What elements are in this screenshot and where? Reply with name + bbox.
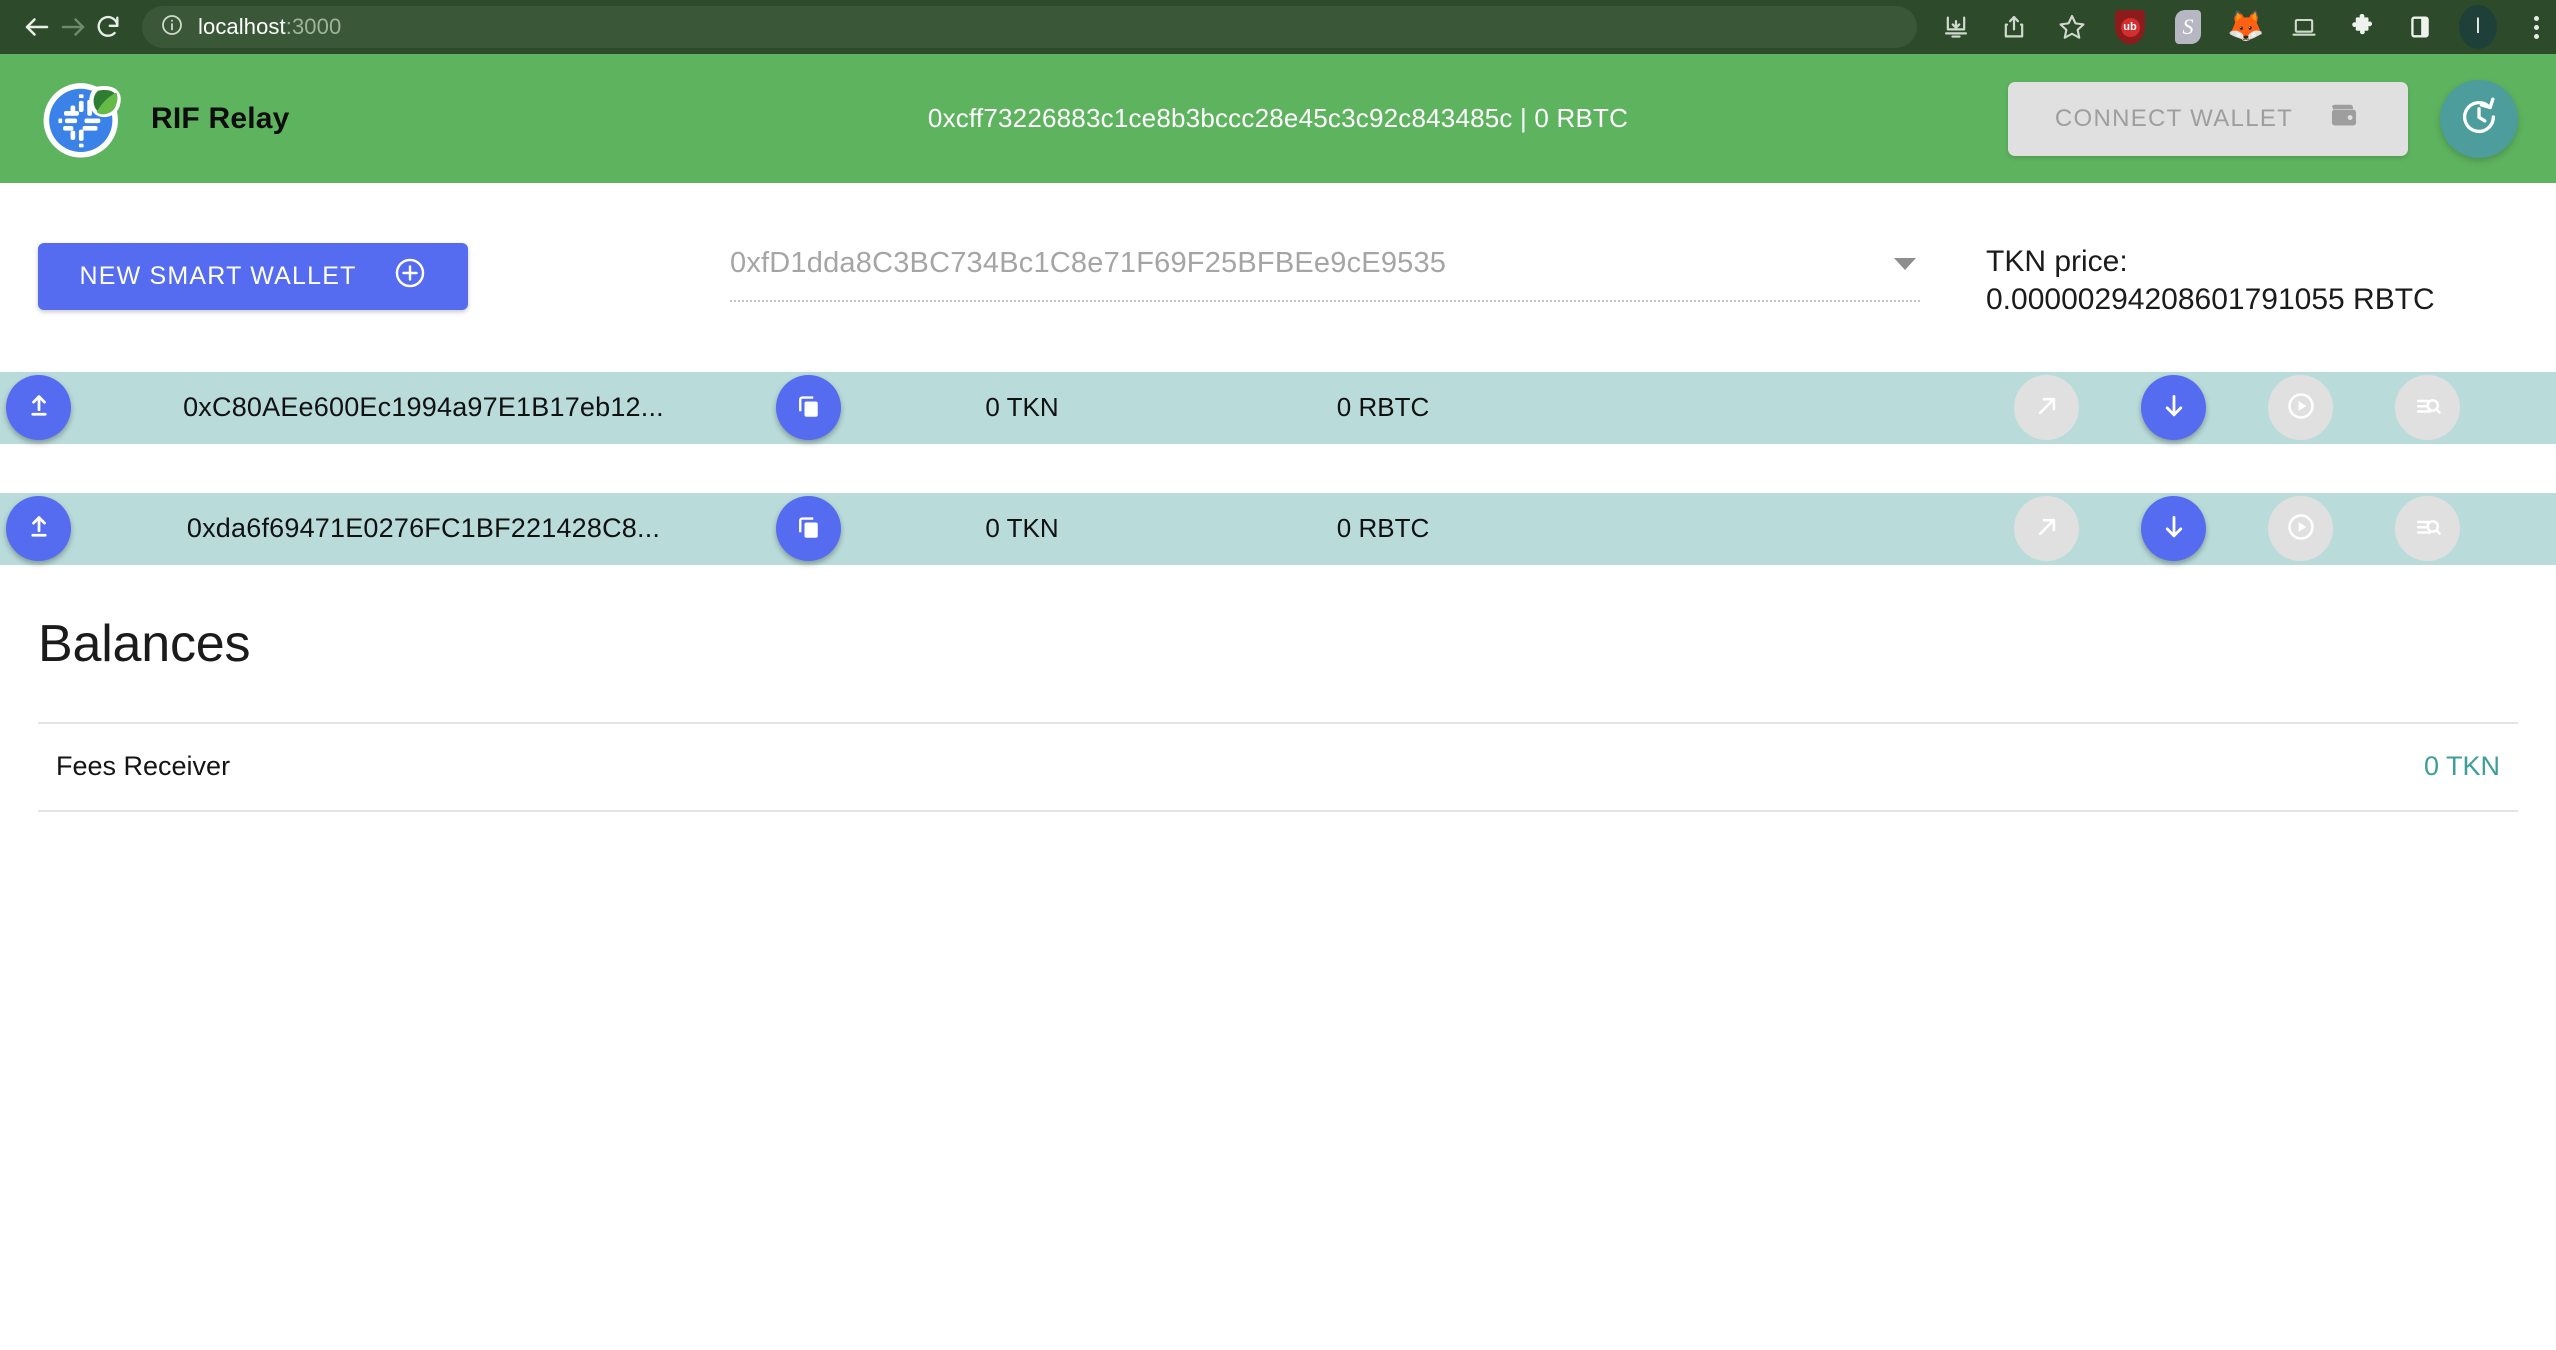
profile-avatar[interactable]: l: [2449, 0, 2507, 54]
execute-button: [2268, 375, 2333, 440]
list-item: Fees Receiver 0 TKN: [38, 724, 2518, 812]
header-actions: CONNECT WALLET: [2008, 80, 2518, 158]
browser-action-icons: ub S 🦊 l: [1927, 0, 2556, 54]
site-info-icon[interactable]: [160, 13, 184, 42]
details-button: [2395, 496, 2460, 561]
receive-button[interactable]: [2141, 496, 2206, 561]
table-row: 0xda6f69471E0276FC1BF221428C8... 0 TKN 0…: [0, 493, 2556, 565]
smart-wallet-list: 0xC80AEe600Ec1994a97E1B17eb12... 0 TKN 0…: [0, 372, 2556, 565]
deploy-upload-button[interactable]: [6, 496, 71, 561]
balance-label: Fees Receiver: [56, 751, 230, 782]
new-smart-wallet-button[interactable]: NEW SMART WALLET: [38, 243, 468, 310]
app-header: RIF Relay 0xcff73226883c1ce8b3bccc28e45c…: [0, 54, 2556, 183]
token-price-value: 0.00000294208601791055 RBTC: [1986, 281, 2435, 319]
page-title: Balances: [38, 614, 2518, 674]
connect-wallet-button[interactable]: CONNECT WALLET: [2008, 82, 2408, 156]
update-history-button[interactable]: [2440, 80, 2518, 158]
profile-avatar-initial: l: [2459, 5, 2497, 49]
ublock-origin-extension-icon[interactable]: ub: [2101, 0, 2159, 54]
metamask-extension-icon[interactable]: 🦊: [2217, 0, 2275, 54]
wallet-rbtc-balance: 0 RBTC: [1203, 392, 1563, 423]
copy-address-button[interactable]: [776, 496, 841, 561]
copy-address-button[interactable]: [776, 375, 841, 440]
transfer-button: [2014, 375, 2079, 440]
extensions-puzzle-icon[interactable]: [2333, 0, 2391, 54]
reload-icon[interactable]: [94, 0, 122, 55]
back-arrow-icon[interactable]: [22, 0, 52, 55]
connect-wallet-label: CONNECT WALLET: [2055, 105, 2293, 133]
balances-section: Balances Fees Receiver 0 TKN: [0, 614, 2556, 812]
wallet-address: 0xC80AEe600Ec1994a97E1B17eb12...: [71, 392, 776, 423]
receive-arrow-icon: [2158, 511, 2190, 546]
execute-play-icon: [2285, 511, 2317, 546]
address-bar-text: localhost:3000: [198, 14, 341, 40]
sketch-extension-icon[interactable]: S: [2159, 0, 2217, 54]
wallet-toolbar: NEW SMART WALLET 0xfD1dda8C3BC734Bc1C8e7…: [0, 183, 2556, 320]
wallet-rbtc-balance: 0 RBTC: [1203, 513, 1563, 544]
transfer-arrow-icon: [2032, 391, 2062, 424]
execute-play-icon: [2285, 390, 2317, 425]
transfer-arrow-icon: [2032, 512, 2062, 545]
token-price-label: TKN price:: [1986, 243, 2435, 281]
brand: RIF Relay: [38, 72, 290, 165]
wallet-token-balance: 0 TKN: [841, 392, 1203, 423]
downloads-icon[interactable]: [1927, 0, 1985, 54]
rif-relay-logo: [38, 72, 131, 165]
plus-circle-icon: [393, 256, 427, 297]
token-select-value: 0xfD1dda8C3BC734Bc1C8e71F69F25BFBEe9cE95…: [730, 247, 1446, 280]
forward-arrow-icon: [58, 0, 88, 55]
receive-arrow-icon: [2158, 390, 2190, 425]
wallet-icon: [2327, 98, 2361, 139]
copy-icon: [794, 391, 824, 424]
side-panel-icon[interactable]: [2391, 0, 2449, 54]
chevron-down-icon[interactable]: [1894, 258, 1916, 270]
wallet-address: 0xda6f69471E0276FC1BF221428C8...: [71, 513, 776, 544]
details-button: [2395, 375, 2460, 440]
browser-toolbar: localhost:3000 ub S 🦊: [0, 0, 2556, 54]
row-action-buttons: [2014, 496, 2556, 561]
token-select[interactable]: 0xfD1dda8C3BC734Bc1C8e71F69F25BFBEe9cE95…: [730, 247, 1920, 302]
details-search-icon: [2413, 512, 2443, 545]
new-smart-wallet-label: NEW SMART WALLET: [79, 262, 356, 291]
token-price-block: TKN price: 0.00000294208601791055 RBTC: [1986, 243, 2435, 320]
execute-button: [2268, 496, 2333, 561]
screencast-icon[interactable]: [2275, 0, 2333, 54]
details-search-icon: [2413, 391, 2443, 424]
bookmark-star-icon[interactable]: [2043, 0, 2101, 54]
chrome-menu-icon[interactable]: [2507, 0, 2556, 54]
deploy-upload-button[interactable]: [6, 375, 71, 440]
address-bar[interactable]: localhost:3000: [142, 6, 1917, 48]
table-row: 0xC80AEe600Ec1994a97E1B17eb12... 0 TKN 0…: [0, 372, 2556, 444]
balance-value: 0 TKN: [2424, 751, 2500, 782]
receive-button[interactable]: [2141, 375, 2206, 440]
balances-table: Fees Receiver 0 TKN: [38, 722, 2518, 812]
transfer-button: [2014, 496, 2079, 561]
copy-icon: [794, 512, 824, 545]
update-history-icon: [2458, 96, 2500, 141]
deploy-upload-icon: [24, 512, 54, 545]
wallet-token-balance: 0 TKN: [841, 513, 1203, 544]
deploy-upload-icon: [24, 391, 54, 424]
share-icon[interactable]: [1985, 0, 2043, 54]
row-action-buttons: [2014, 375, 2556, 440]
token-select-wrapper: 0xfD1dda8C3BC734Bc1C8e71F69F25BFBEe9cE95…: [730, 247, 1920, 302]
brand-name: RIF Relay: [151, 102, 290, 136]
